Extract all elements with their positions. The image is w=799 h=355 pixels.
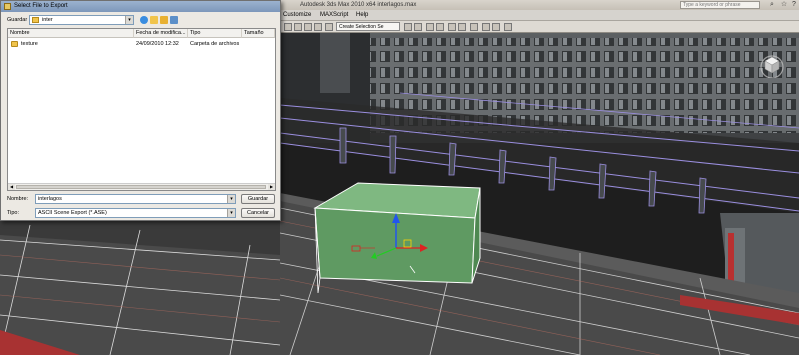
menu-maxscript[interactable]: MAXScript [320,10,348,21]
column-header-type[interactable]: Tipo [188,29,242,38]
menu-customize[interactable]: Customize [283,10,311,21]
search-input[interactable]: Type a keyword or phrase [680,1,760,9]
chevron-down-icon: ▾ [227,209,235,217]
help-icon[interactable]: ? [790,1,798,9]
look-in-value: inter [42,17,53,23]
render-setup-icon[interactable] [482,23,490,31]
folder-icon [11,41,18,47]
file-list[interactable]: Nombre Fecha de modifica... Tipo Tamaño … [7,28,276,191]
export-file-dialog: Select File to Export Guardar inter ▾ No… [0,0,281,221]
scrollbar-thumb[interactable] [16,185,266,189]
dialog-app-icon [4,3,11,10]
cancel-button[interactable]: Cancelar [241,208,275,218]
selected-box-object [313,182,481,294]
angle-snap-icon[interactable] [294,23,302,31]
menu-help[interactable]: Help [356,10,368,21]
filetype-value: ASCII Scene Export (*.ASE) [38,210,107,216]
save-button[interactable]: Guardar [241,194,275,204]
left-viewport-area[interactable] [0,220,280,355]
named-selection-set-dropdown[interactable]: Create Selection Se [336,22,400,31]
list-item[interactable]: texture 24/09/2010 12:32 Carpeta de arch… [8,40,275,48]
max-title-bar: Autodesk 3ds Max 2010 x64 interlagos.max… [280,0,799,10]
main-toolbar: Create Selection Se [280,21,799,33]
scroll-right-icon[interactable]: ▶ [268,184,275,190]
folder-icon [32,17,39,23]
look-in-dropdown[interactable]: inter ▾ [29,15,134,25]
search-icon[interactable]: ⌕ [768,1,776,9]
graphite-toggle-icon[interactable] [436,23,444,31]
up-folder-icon[interactable] [150,16,158,24]
snaps-toggle-icon[interactable] [284,23,292,31]
filetype-label: Tipo: [7,210,20,216]
filetype-dropdown[interactable]: ASCII Scene Export (*.ASE) ▾ [35,208,236,218]
favorites-icon[interactable]: ☆ [780,1,788,9]
back-icon[interactable] [140,16,148,24]
view-menu-icon[interactable] [170,16,178,24]
dialog-title-bar[interactable]: Select File to Export [1,1,280,12]
mirror-icon[interactable] [404,23,412,31]
look-in-label: Guardar [7,17,28,23]
file-date: 24/09/2010 12:32 [136,41,179,47]
max-menu-bar: Customize MAXScript Help [280,10,799,21]
render-icon[interactable] [504,23,512,31]
chevron-down-icon: ▾ [227,195,235,203]
material-editor-icon[interactable] [470,23,478,31]
curve-editor-icon[interactable] [448,23,456,31]
percent-snap-icon[interactable] [304,23,312,31]
horizontal-scrollbar[interactable]: ◀ ▶ [8,183,275,190]
filename-field[interactable]: interlagos ▾ [35,194,236,204]
column-header-size[interactable]: Tamaño [242,29,275,38]
file-name: texture [21,41,38,47]
max-window-title: Autodesk 3ds Max 2010 x64 interlagos.max [300,2,417,8]
schematic-view-icon[interactable] [458,23,466,31]
dialog-title: Select File to Export [14,3,68,9]
spinner-snap-icon[interactable] [314,23,322,31]
viewcube-icon[interactable] [759,52,785,79]
column-header-date[interactable]: Fecha de modifica... [134,29,188,38]
chevron-down-icon: ▾ [125,16,133,24]
rendered-frame-icon[interactable] [492,23,500,31]
viewport-scene [280,33,799,355]
edit-named-selection-icon[interactable] [325,23,333,31]
align-icon[interactable] [414,23,422,31]
perspective-viewport[interactable] [280,33,799,355]
file-type: Carpeta de archivos [190,41,240,47]
filename-value: interlagos [38,196,62,202]
new-folder-icon[interactable] [160,16,168,24]
filename-label: Nombre: [7,196,29,202]
column-header-name[interactable]: Nombre [8,29,134,38]
scroll-left-icon[interactable]: ◀ [8,184,15,190]
layer-manager-icon[interactable] [426,23,434,31]
left-viewport-scene [0,220,280,355]
